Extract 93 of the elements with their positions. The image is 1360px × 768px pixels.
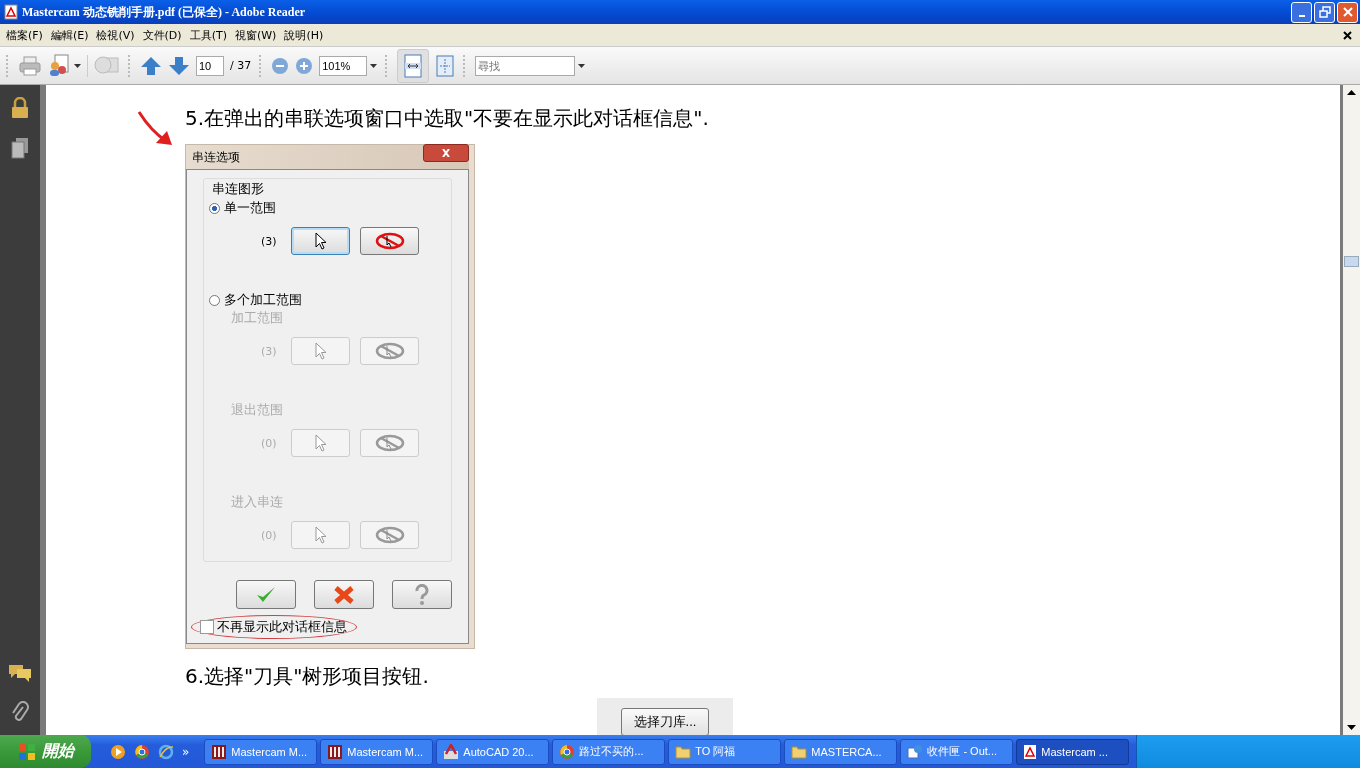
pages-icon[interactable] bbox=[11, 137, 29, 159]
scroll-thumb[interactable] bbox=[1344, 256, 1359, 267]
scroll-down-icon[interactable] bbox=[1347, 725, 1356, 730]
count-label: (3) bbox=[261, 234, 278, 248]
pdf-icon bbox=[1023, 743, 1038, 760]
menu-item[interactable]: 視窗(W) bbox=[232, 27, 283, 43]
crossed-cursor-icon bbox=[373, 232, 406, 250]
cancel-button[interactable] bbox=[314, 580, 374, 609]
browser-icon[interactable] bbox=[158, 743, 174, 760]
comment-icon[interactable] bbox=[8, 663, 32, 683]
crossed-cursor-icon bbox=[373, 434, 406, 452]
collaborate-icon[interactable] bbox=[48, 53, 72, 78]
cursor-icon bbox=[314, 526, 327, 544]
taskbar-button[interactable]: MASTERCA... bbox=[784, 738, 898, 765]
search-field[interactable]: 尋找 bbox=[475, 55, 576, 76]
close-icon bbox=[440, 149, 452, 157]
section-label: 加工范围 bbox=[231, 309, 284, 327]
close-icon[interactable] bbox=[1343, 30, 1352, 40]
more-button[interactable]: » bbox=[182, 744, 190, 759]
zoom-in-icon[interactable] bbox=[295, 56, 314, 75]
close-button[interactable] bbox=[423, 144, 469, 162]
down-arrow-icon[interactable] bbox=[168, 54, 190, 77]
taskbar-button[interactable]: 路过不买的... bbox=[552, 738, 666, 765]
scroll-up-icon[interactable] bbox=[1347, 90, 1356, 95]
help-icon bbox=[413, 583, 431, 606]
caret-icon[interactable] bbox=[578, 63, 586, 68]
section-label: 退出范围 bbox=[231, 401, 284, 419]
printer-icon[interactable] bbox=[18, 54, 42, 77]
taskbar-button[interactable]: Mastercam M... bbox=[204, 738, 318, 765]
cross-icon bbox=[333, 584, 355, 605]
count-label: (3) bbox=[261, 344, 278, 358]
window-title: Mastercam 动态铣削手册.pdf (已保全) - Adobe Reader bbox=[22, 3, 307, 21]
section-label: 进入串连 bbox=[231, 493, 284, 511]
cursor-icon bbox=[314, 232, 327, 250]
app-icon bbox=[327, 743, 344, 760]
select-library-button[interactable]: 选择刀库... bbox=[620, 708, 710, 735]
menu-item[interactable]: 編輯(E) bbox=[48, 27, 95, 43]
folder-icon bbox=[675, 744, 692, 759]
radio-label: 多个加工范围 bbox=[224, 291, 302, 309]
checkbox-label: 不再显示此对话框信息 bbox=[217, 618, 347, 636]
cursor-icon bbox=[314, 434, 327, 452]
radio-button[interactable] bbox=[209, 294, 220, 306]
restore-button[interactable] bbox=[1314, 1, 1335, 23]
menu-item[interactable]: 文件(D) bbox=[140, 27, 188, 43]
folder-icon bbox=[791, 744, 808, 759]
fit-width-button[interactable] bbox=[397, 48, 430, 83]
taskbar-button[interactable]: Mastercam M... bbox=[320, 738, 434, 765]
app-icon bbox=[443, 743, 460, 760]
count-label: (0) bbox=[261, 436, 278, 450]
page-count: / 37 bbox=[230, 59, 252, 72]
taskbar-button[interactable]: 收件匣 - Out... bbox=[900, 738, 1014, 765]
start-button[interactable]: 開始 bbox=[0, 735, 91, 768]
minimize-icon bbox=[1298, 14, 1305, 17]
zoom-field[interactable]: 101% bbox=[319, 55, 368, 76]
instruction-text: 6.选择"刀具"树形项目按钮. bbox=[185, 663, 430, 690]
select-button[interactable] bbox=[291, 227, 350, 255]
chrome-icon bbox=[559, 743, 576, 760]
taskbar-button[interactable]: Mastercam ... bbox=[1016, 738, 1130, 765]
menu-item[interactable]: 檢視(V) bbox=[94, 27, 141, 43]
media-player-icon[interactable] bbox=[110, 743, 126, 760]
close-icon bbox=[1341, 6, 1354, 18]
help-button[interactable] bbox=[392, 580, 452, 609]
crossed-cursor-icon bbox=[373, 526, 406, 544]
zoom-out-icon[interactable] bbox=[271, 56, 290, 75]
count-label: (0) bbox=[261, 528, 278, 542]
radio-label: 单一范围 bbox=[224, 199, 276, 217]
minimize-button[interactable] bbox=[1291, 1, 1312, 23]
unselect-button[interactable] bbox=[360, 227, 419, 255]
page-number-field[interactable]: 10 bbox=[196, 55, 224, 76]
up-arrow-icon[interactable] bbox=[140, 54, 162, 77]
instruction-text: 5.在弹出的串联选项窗口中选取"不要在显示此对话框信息". bbox=[185, 105, 710, 132]
taskbar-button[interactable]: AutoCAD 20... bbox=[436, 738, 550, 765]
scrollbar[interactable] bbox=[1343, 85, 1360, 735]
menu-item[interactable]: 說明(H) bbox=[282, 27, 330, 43]
windows-flag-icon bbox=[17, 742, 36, 761]
chrome-icon[interactable] bbox=[134, 743, 150, 760]
fit-width-icon bbox=[403, 53, 424, 78]
crossed-cursor-icon bbox=[373, 342, 406, 360]
mail-icon bbox=[907, 743, 924, 760]
ok-button[interactable] bbox=[236, 580, 296, 609]
menu-item[interactable]: 檔案(F) bbox=[4, 27, 49, 43]
caret-icon[interactable] bbox=[370, 63, 378, 68]
taskbar-button[interactable]: TO 阿福 bbox=[668, 738, 782, 765]
caret-icon[interactable] bbox=[74, 63, 81, 68]
dialog-title: 串连选项 bbox=[192, 148, 240, 166]
menu-item[interactable]: 工具(T) bbox=[187, 27, 233, 43]
cursor-icon bbox=[314, 342, 327, 360]
restore-icon bbox=[1318, 6, 1331, 18]
checkbox[interactable] bbox=[200, 620, 214, 634]
radio-button[interactable] bbox=[209, 202, 220, 214]
lock-icon[interactable] bbox=[10, 97, 30, 119]
app-icon bbox=[211, 743, 228, 760]
pdf-icon bbox=[4, 4, 18, 20]
